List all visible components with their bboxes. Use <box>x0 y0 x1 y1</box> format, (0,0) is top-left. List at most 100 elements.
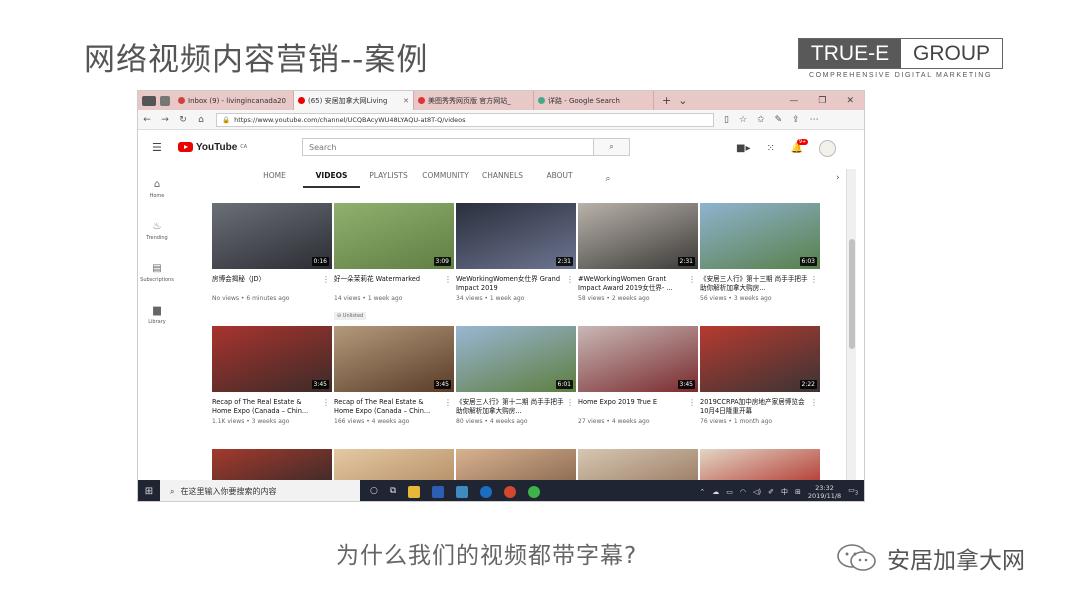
video-card[interactable]: 3:45 Recap of The Real Estate & Home Expo… <box>212 326 332 449</box>
video-title[interactable]: 《安居三人行》第十二期 尚手手把手助你解析加拿大购房... <box>456 398 576 416</box>
leftnav-item-library[interactable]: ▆ Library <box>138 294 176 336</box>
action-center-icon[interactable]: ▭3 <box>848 486 858 496</box>
powerpoint-icon[interactable] <box>504 485 517 498</box>
video-title[interactable]: Home Expo 2019 True E <box>578 398 698 416</box>
volume-icon[interactable]: ◁) <box>753 488 761 496</box>
video-title[interactable]: 2019CCRPA加中房地产家居博览会10月4日隆重开幕 <box>700 398 820 416</box>
video-thumbnail[interactable]: 3:45 <box>578 326 698 392</box>
video-title[interactable]: WeWorkingWomen女仕界 Grand Impact 2019 <box>456 275 576 293</box>
task-view-icon[interactable]: ⧉ <box>390 486 396 498</box>
video-title[interactable]: Recap of The Real Estate & Home Expo (Ca… <box>334 398 454 416</box>
browser-tab[interactable]: Inbox (9) - livingincanada20 <box>174 91 294 110</box>
avatar[interactable] <box>819 140 837 157</box>
more-icon[interactable]: ⋯ <box>810 115 819 125</box>
tab-playlists[interactable]: PLAYLISTS <box>360 170 417 188</box>
apps-grid-icon[interactable]: ⁙ <box>766 143 774 154</box>
video-thumbnail[interactable]: 2:31 <box>578 203 698 269</box>
browser-tab[interactable]: (65) 安居加拿大网Living ✕ <box>294 91 414 110</box>
share-icon[interactable]: ⇪ <box>792 115 800 125</box>
video-more-icon[interactable]: ⋮ <box>566 275 574 284</box>
video-thumbnail[interactable]: 6:03 <box>700 203 820 269</box>
maximize-icon[interactable]: ❐ <box>818 96 826 106</box>
video-more-icon[interactable]: ⋮ <box>322 275 330 284</box>
video-thumbnail[interactable]: 2:31 <box>456 203 576 269</box>
keyboard-icon[interactable]: ⊞ <box>795 488 801 496</box>
video-thumbnail[interactable]: 3:45 <box>334 326 454 392</box>
video-title[interactable]: 好一朵茉莉花 Watermarked <box>334 275 454 293</box>
browser-tab[interactable]: 详路 - Google Search <box>534 91 654 110</box>
app-icon[interactable] <box>456 485 469 498</box>
pen-icon[interactable]: ✎ <box>775 115 783 125</box>
search-icon[interactable]: ⌕ <box>593 139 629 155</box>
tab-preview-icon[interactable] <box>160 95 170 106</box>
pen-tray-icon[interactable]: ✐ <box>768 488 774 496</box>
close-window-icon[interactable]: ✕ <box>846 96 854 106</box>
hamburger-menu-icon[interactable]: ☰ <box>152 141 164 154</box>
video-card[interactable]: 3:45 Home Expo 2019 True E ⋮ 27 views • 4 w… <box>578 326 698 449</box>
video-more-icon[interactable]: ⋮ <box>444 275 452 284</box>
video-title[interactable]: #WeWorkingWomen Grant Impact Award 2019女… <box>578 275 698 293</box>
video-card[interactable]: 6:03 《安居三人行》第十三期 尚手手把手助你解析加拿大购房... ⋮ 56 vie… <box>700 203 820 326</box>
search-input[interactable]: Search <box>303 143 593 152</box>
video-more-icon[interactable]: ⋮ <box>444 398 452 407</box>
leftnav-item-trending[interactable]: ♨ Trending <box>138 210 176 252</box>
video-more-icon[interactable]: ⋮ <box>810 275 818 284</box>
video-thumbnail[interactable]: 2:22 <box>700 326 820 392</box>
video-more-icon[interactable]: ⋮ <box>688 275 696 284</box>
video-card[interactable]: 2:31 #WeWorkingWomen Grant Impact Award 2… <box>578 203 698 326</box>
video-more-icon[interactable]: ⋮ <box>566 398 574 407</box>
tab-actions-icon[interactable] <box>142 95 156 106</box>
file-explorer-icon[interactable] <box>408 485 421 498</box>
video-card[interactable]: 0:16 房博会揭秘（JD） ⋮ No views • 6 minutes ago <box>212 203 332 326</box>
tab-videos[interactable]: VIDEOS <box>303 170 360 188</box>
tray-up-icon[interactable]: ⌃ <box>699 488 705 496</box>
browser-tab[interactable]: 美图秀秀网页版 官方网站_ <box>414 91 534 110</box>
video-card[interactable]: 3:45 Recap of The Real Estate & Home Expo… <box>334 326 454 449</box>
create-video-icon[interactable]: ■▸ <box>736 143 750 154</box>
video-card[interactable]: 3:09 好一朵茉莉花 Watermarked ⋮ 14 views • 1 week… <box>334 203 454 326</box>
scrollbar[interactable] <box>846 169 856 501</box>
word-icon[interactable] <box>432 485 445 498</box>
taskbar-search[interactable]: ⌕ 在这里输入你要搜索的内容 <box>160 480 360 501</box>
scrollbar-thumb[interactable] <box>849 239 855 349</box>
clock[interactable]: 23:32 2019/11/8 <box>808 484 841 500</box>
video-thumbnail[interactable]: 0:16 <box>212 203 332 269</box>
video-card[interactable]: 2:22 2019CCRPA加中房地产家居博览会10月4日隆重开幕 ⋮ 76 view… <box>700 326 820 449</box>
minimize-icon[interactable]: — <box>789 96 798 106</box>
tab-about[interactable]: ABOUT <box>531 170 588 188</box>
wifi-icon[interactable]: ◠ <box>740 488 746 496</box>
leftnav-item-home[interactable]: ⌂ Home <box>138 168 176 210</box>
favorites-list-icon[interactable]: ✩ <box>757 115 765 125</box>
video-card[interactable]: 6:01 《安居三人行》第十二期 尚手手把手助你解析加拿大购房... ⋮ 80 vie… <box>456 326 576 449</box>
video-title[interactable]: Recap of The Real Estate & Home Expo (Ca… <box>212 398 332 416</box>
video-title[interactable]: 《安居三人行》第十三期 尚手手把手助你解析加拿大购房... <box>700 275 820 293</box>
youtube-logo[interactable]: YouTube CA <box>178 142 247 153</box>
video-thumbnail[interactable]: 3:09 <box>334 203 454 269</box>
tray-app-icon[interactable]: ▭ <box>726 488 733 496</box>
wechat-taskbar-icon[interactable] <box>528 485 541 498</box>
notifications-bell-icon[interactable]: 🔔 9+ <box>791 139 809 154</box>
reading-view-icon[interactable]: ▯ <box>724 115 729 125</box>
cortana-icon[interactable]: ○ <box>370 486 378 498</box>
video-more-icon[interactable]: ⋮ <box>688 398 696 407</box>
tab-channels[interactable]: CHANNELS <box>474 170 531 188</box>
favorite-star-icon[interactable]: ☆ <box>739 115 747 125</box>
video-more-icon[interactable]: ⋮ <box>322 398 330 407</box>
video-title[interactable]: 房博会揭秘（JD） <box>212 275 332 293</box>
video-thumbnail[interactable]: 3:45 <box>212 326 332 392</box>
tab-community[interactable]: COMMUNITY <box>417 170 474 188</box>
url-field[interactable]: 🔒 https://www.youtube.com/channel/UCQBAcy… <box>216 112 714 127</box>
cloud-icon[interactable]: ☁ <box>712 488 719 496</box>
refresh-icon[interactable]: ↻ <box>174 115 192 125</box>
home-nav-icon[interactable]: ⌂ <box>192 115 210 125</box>
tabs-next-icon[interactable]: › <box>836 173 840 183</box>
windows-start-icon[interactable]: ⊞ <box>138 486 160 497</box>
ime-indicator[interactable]: 中 <box>781 487 788 497</box>
video-more-icon[interactable]: ⋮ <box>810 398 818 407</box>
back-icon[interactable]: ← <box>138 115 156 125</box>
close-tab-icon[interactable]: ✕ <box>403 97 409 105</box>
leftnav-item-subscriptions[interactable]: ▤ Subscriptions <box>138 252 176 294</box>
channel-search-icon[interactable]: ⌕ <box>588 173 628 185</box>
video-thumbnail[interactable]: 6:01 <box>456 326 576 392</box>
video-card[interactable]: 2:31 WeWorkingWomen女仕界 Grand Impact 2019 ⋮… <box>456 203 576 326</box>
